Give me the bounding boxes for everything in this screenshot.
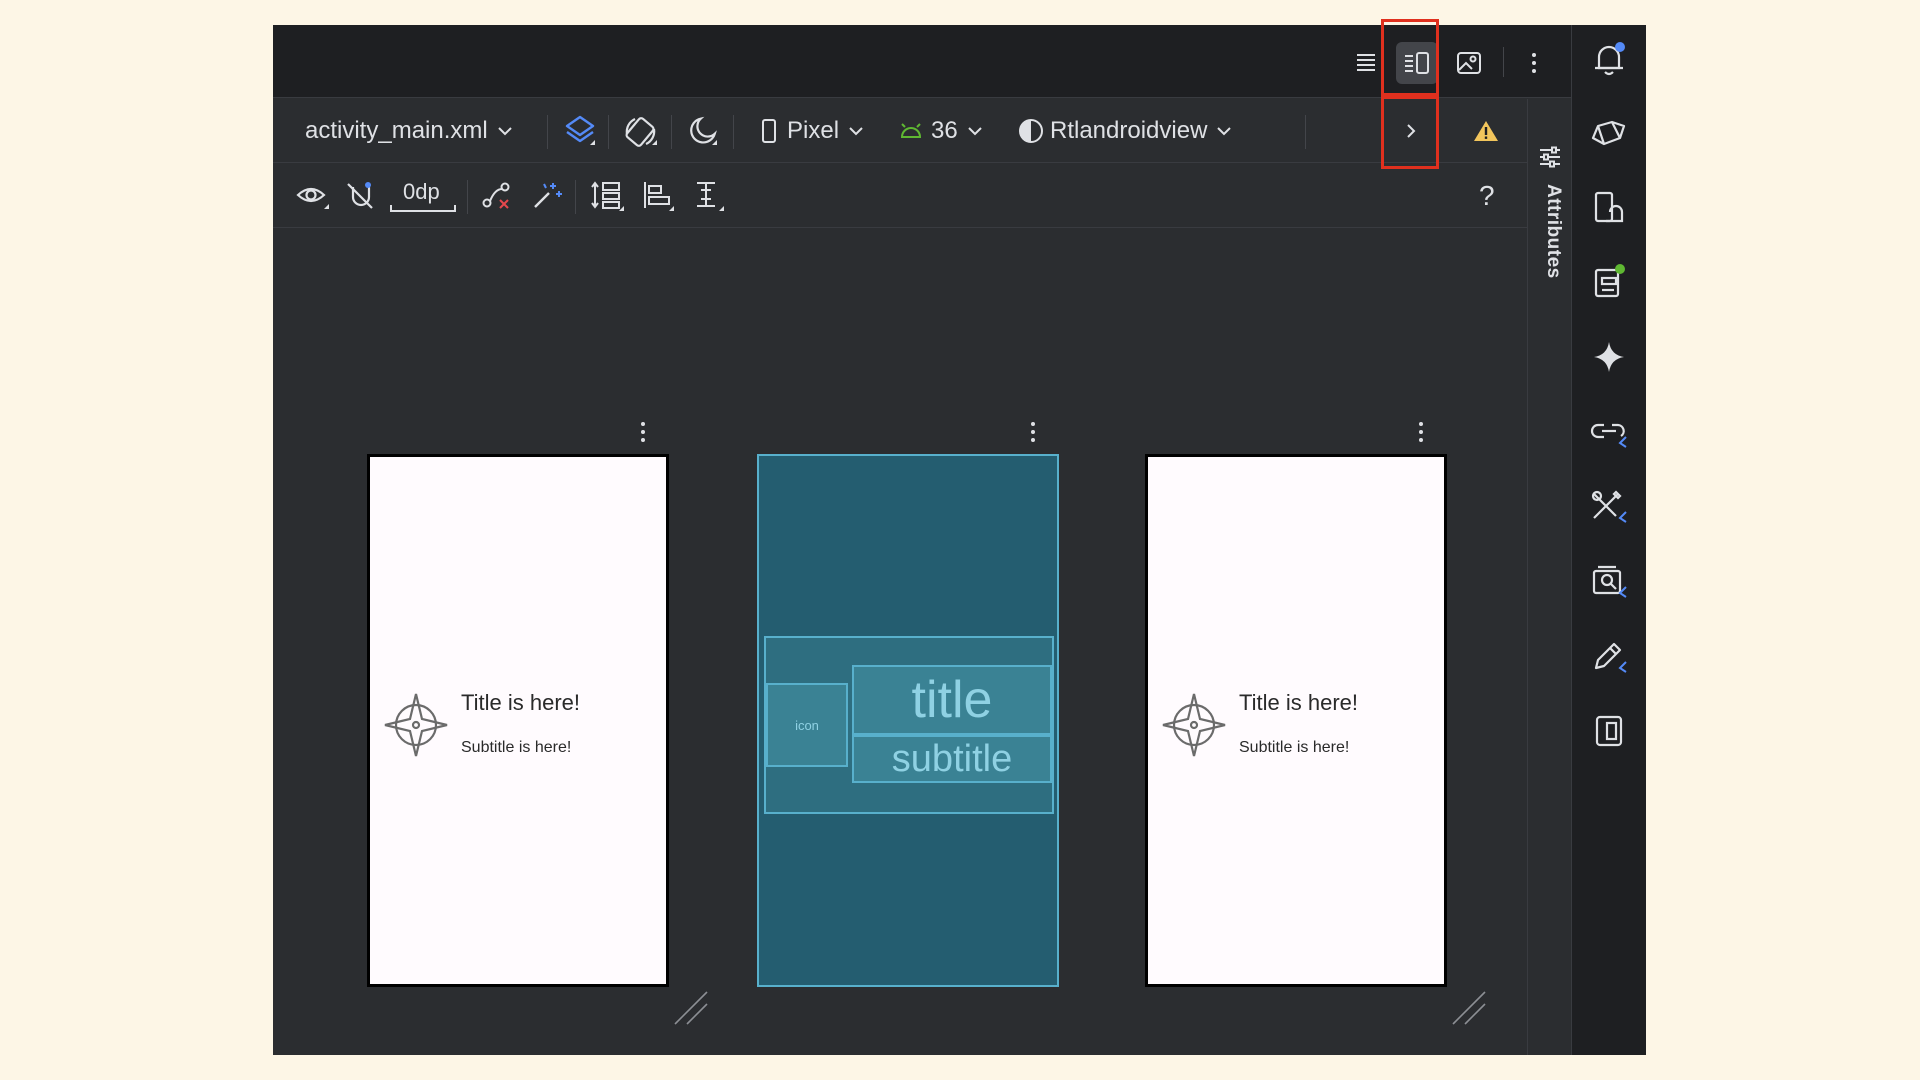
preview-options-icon[interactable] — [1023, 417, 1043, 447]
device-manager-icon[interactable] — [1588, 187, 1630, 229]
warning-icon — [1474, 121, 1498, 141]
pack-button[interactable] — [591, 164, 625, 228]
editor-top-bar — [273, 25, 1571, 98]
running-devices-icon[interactable] — [1588, 261, 1630, 303]
theme-icon — [1019, 119, 1043, 143]
layout-inspector-icon[interactable] — [1588, 560, 1630, 602]
android-icon — [900, 123, 922, 138]
file-selector[interactable]: activity_main.xml — [305, 99, 512, 163]
chevron-down-icon — [849, 126, 863, 135]
eye-icon — [296, 187, 329, 209]
align-button[interactable] — [641, 164, 675, 228]
infer-constraints-button[interactable] — [531, 164, 563, 228]
device-selector[interactable]: Pixel — [761, 99, 863, 163]
phone-icon — [762, 119, 776, 143]
resize-handle-icon[interactable] — [1451, 990, 1487, 1026]
preview-title: Title is here! — [1239, 690, 1359, 715]
tool-window-bar — [1571, 25, 1646, 1055]
api-level: 36 — [931, 117, 958, 144]
blueprint-icon-box: icon — [766, 683, 848, 767]
chevron-down-icon — [967, 126, 982, 135]
more-options-icon[interactable] — [1513, 42, 1555, 84]
blueprint-title-box: title — [852, 665, 1052, 735]
orientation-button[interactable] — [623, 99, 659, 163]
rotate-device-icon — [625, 117, 657, 147]
preview-options-icon[interactable] — [633, 417, 653, 447]
magnet-off-icon — [347, 182, 373, 209]
design-toolbar: activity_main.xml Pixel 36 Rtlandroidvie… — [273, 99, 1571, 163]
gemini-chat-icon[interactable] — [1588, 112, 1630, 154]
edit-icon[interactable] — [1588, 635, 1630, 677]
chevron-down-icon — [498, 126, 512, 135]
device-mirroring-icon[interactable] — [1588, 710, 1630, 752]
layers-icon — [565, 115, 595, 145]
margin-value: 0dp — [403, 179, 440, 204]
preview-title: Title is here! — [461, 690, 581, 715]
default-margins-button[interactable]: 0dp — [389, 164, 457, 228]
device-name: Pixel — [787, 117, 840, 144]
resize-handle-icon[interactable] — [673, 990, 709, 1026]
blueprint-preview[interactable]: icon title subtitle — [757, 454, 1059, 987]
autoconnect-toggle[interactable] — [345, 164, 377, 228]
design-preview-right[interactable]: Title is here! Subtitle is here! — [1145, 454, 1447, 987]
chevron-down-icon — [1217, 126, 1232, 135]
compass-icon — [1162, 693, 1226, 757]
design-preview-left[interactable]: Title is here! Subtitle is here! — [367, 454, 669, 987]
compass-icon — [384, 693, 448, 757]
blueprint-subtitle-box: subtitle — [852, 735, 1052, 783]
warnings-button[interactable] — [1473, 99, 1499, 163]
theme-selector[interactable]: Rtlandroidview — [1018, 99, 1232, 163]
clear-constraints-icon — [482, 182, 510, 209]
margin-bracket-icon — [390, 205, 456, 212]
design-surface-button[interactable] — [563, 99, 597, 163]
tools-icon[interactable] — [1588, 485, 1630, 527]
design-view-icon[interactable] — [1448, 42, 1490, 84]
file-name: activity_main.xml — [305, 117, 488, 144]
notifications-icon[interactable] — [1588, 38, 1630, 80]
link-icon[interactable] — [1588, 411, 1630, 453]
align-left-icon — [644, 182, 674, 211]
theme-name: Rtlandroidview — [1050, 117, 1208, 144]
constraint-toolbar: 0dp ? — [273, 164, 1527, 228]
guidelines-icon — [697, 182, 724, 211]
preview-subtitle: Subtitle is here! — [1239, 739, 1350, 756]
attributes-tab-label[interactable]: Attributes — [1542, 184, 1564, 384]
highlight-expand-toolbar — [1381, 96, 1439, 169]
layout-editor-window: activity_main.xml Pixel 36 Rtlandroidvie… — [273, 19, 1646, 1055]
magic-wand-icon — [534, 183, 562, 208]
api-level-selector[interactable]: 36 — [899, 99, 982, 163]
night-mode-button[interactable] — [685, 99, 719, 163]
distribute-vertical-icon — [591, 181, 624, 211]
help-button[interactable]: ? — [1479, 164, 1495, 228]
ai-sparkle-icon[interactable] — [1588, 336, 1630, 378]
sliders-icon — [1540, 146, 1560, 168]
guidelines-button[interactable] — [691, 164, 725, 228]
view-options-button[interactable] — [295, 164, 331, 228]
moon-icon — [690, 116, 717, 145]
preview-subtitle: Subtitle is here! — [461, 739, 572, 756]
clear-constraints-button[interactable] — [481, 164, 513, 228]
highlight-view-mode — [1381, 19, 1439, 96]
attributes-strip[interactable]: Attributes — [1527, 99, 1571, 1055]
preview-options-icon[interactable] — [1411, 417, 1431, 447]
